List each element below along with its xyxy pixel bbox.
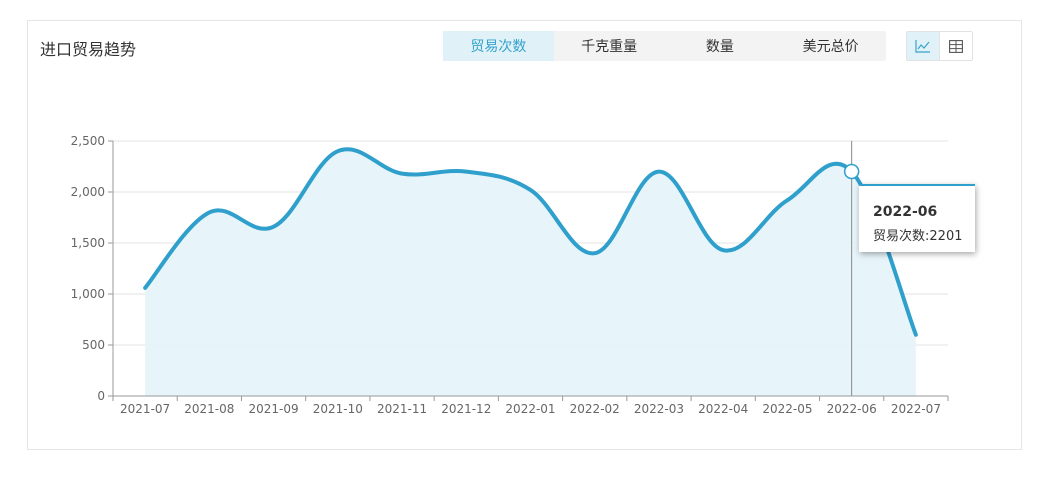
x-tick-label: 2021-12 (441, 402, 491, 416)
x-tick-label: 2022-02 (570, 402, 620, 416)
x-tick-label: 2021-11 (377, 402, 427, 416)
x-tick-label: 2022-05 (762, 402, 812, 416)
x-tick-label: 2021-08 (184, 402, 234, 416)
chart-tooltip: 2022-06 贸易次数:2201 (859, 184, 975, 252)
series-area (145, 149, 916, 396)
x-tick-label: 2022-07 (891, 402, 941, 416)
y-tick-label: 2,000 (71, 185, 105, 199)
tooltip-value: 2201 (929, 229, 963, 244)
tooltip-label: 贸易次数 (873, 229, 926, 244)
x-tick-label: 2022-01 (505, 402, 555, 416)
y-tick-label: 2,500 (71, 134, 105, 148)
x-tick-label: 2021-07 (120, 402, 170, 416)
y-tick-label: 0 (97, 389, 105, 403)
tooltip-row: 贸易次数:2201 (873, 229, 963, 244)
x-tick-label: 2021-10 (313, 402, 363, 416)
data-markers (843, 163, 860, 180)
x-tick-label: 2021-09 (249, 402, 299, 416)
x-tick-label: 2022-04 (698, 402, 748, 416)
y-tick-label: 1,000 (71, 287, 105, 301)
x-tick-label: 2022-03 (634, 402, 684, 416)
tooltip-title: 2022-06 (873, 204, 938, 220)
y-tick-label: 500 (82, 338, 105, 352)
highlighted-point[interactable] (843, 163, 860, 180)
y-tick-label: 1,500 (71, 236, 105, 250)
x-tick-label: 2022-06 (827, 402, 877, 416)
